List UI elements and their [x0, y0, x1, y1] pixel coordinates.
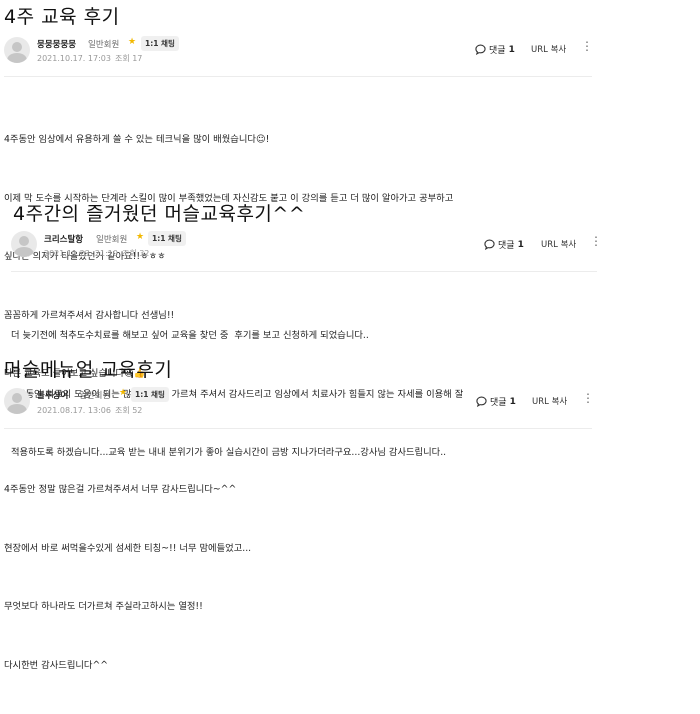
more-vertical-icon[interactable]: ⋮	[581, 40, 593, 52]
comment-button[interactable]: 댓글 1	[484, 238, 524, 251]
comment-bubble-icon	[476, 396, 487, 407]
url-copy-button[interactable]: URL 복사	[532, 395, 567, 407]
content-line: 현장에서 바로 써먹을수있게 섬세한 티칭~!! 너무 맘에들었고...	[4, 542, 252, 554]
post-title: 4주 교육 후기	[4, 6, 120, 28]
star-icon: ★	[119, 388, 128, 398]
comment-label: 댓글	[489, 46, 506, 56]
star-icon: ★	[136, 232, 145, 242]
default-avatar-icon[interactable]	[4, 37, 30, 63]
content-line: 4주동안 임상에서 유용하게 쓸 수 있는 테크닉을 많이 배웠습니다☺!	[4, 134, 270, 145]
comment-count: 1	[517, 239, 524, 250]
content-line: 다시한번 감사드립니다^^	[4, 659, 109, 671]
post-date: 2021.10.17. 17:03	[37, 54, 111, 63]
more-vertical-icon[interactable]: ⋮	[582, 392, 594, 404]
chat-button[interactable]: 1:1 채팅	[141, 36, 179, 51]
post-date: 2021.08.17. 13:06	[37, 406, 111, 415]
author-nickname[interactable]: 크리스탈항	[44, 233, 83, 245]
member-grade: 일반회원	[88, 40, 120, 50]
url-copy-button[interactable]: URL 복사	[531, 43, 566, 55]
star-icon: ★	[128, 37, 137, 47]
chat-button[interactable]: 1:1 채팅	[131, 387, 169, 402]
comment-bubble-icon	[475, 44, 486, 55]
post-title: 머슬메뉴얼 교육후기	[4, 359, 173, 381]
more-vertical-icon[interactable]: ⋮	[590, 235, 602, 247]
comment-count: 1	[509, 396, 516, 407]
comment-button[interactable]: 댓글 1	[475, 43, 515, 56]
comment-count: 1	[508, 44, 515, 55]
post-meta: 2021.11.23. 21:10 조회 32	[44, 248, 153, 259]
comment-label: 댓글	[490, 398, 507, 408]
divider	[4, 76, 592, 77]
author-nickname[interactable]: 뭉뭉뭉뭉뭉	[37, 38, 76, 50]
post-content: 4주동안 정말 많은걸 가르쳐주셔서 너무 감사드립니다~^^ 현장에서 바로 …	[4, 441, 251, 714]
content-line: 더 늦기전에 척추도수치료를 해보고 싶어 교육을 찾던 중 후기를 보고 신청…	[11, 330, 369, 341]
member-grade: 일반회원	[79, 391, 111, 401]
post-meta: 2021.08.17. 13:06 조회 52	[37, 405, 146, 416]
post-date: 2021.11.23. 21:10	[44, 249, 118, 258]
divider	[11, 271, 597, 272]
post-title: 4주간의 즐거웠던 머슬교육후기^^	[13, 203, 306, 225]
content-line: 무엇보다 하나라도 더가르쳐 주실라고하시는 열정!!	[4, 601, 203, 612]
view-count: 조회 17	[114, 54, 143, 63]
member-grade: 일반회원	[96, 235, 128, 245]
comment-bubble-icon	[484, 239, 495, 250]
chat-button[interactable]: 1:1 채팅	[148, 231, 186, 246]
post-meta: 2021.10.17. 17:03 조회 17	[37, 53, 146, 64]
default-avatar-icon[interactable]	[11, 231, 37, 257]
view-count: 조회 32	[121, 249, 150, 258]
view-count: 조회 52	[114, 406, 143, 415]
content-line: 4주동안 정말 많은걸 가르쳐주셔서 너무 감사드립니다~^^	[4, 484, 237, 495]
author-nickname[interactable]: 블루상어	[37, 389, 68, 401]
comment-label: 댓글	[498, 241, 515, 251]
url-copy-button[interactable]: URL 복사	[541, 238, 576, 250]
default-avatar-icon[interactable]	[4, 388, 30, 414]
divider	[4, 428, 592, 429]
comment-button[interactable]: 댓글 1	[476, 395, 516, 408]
